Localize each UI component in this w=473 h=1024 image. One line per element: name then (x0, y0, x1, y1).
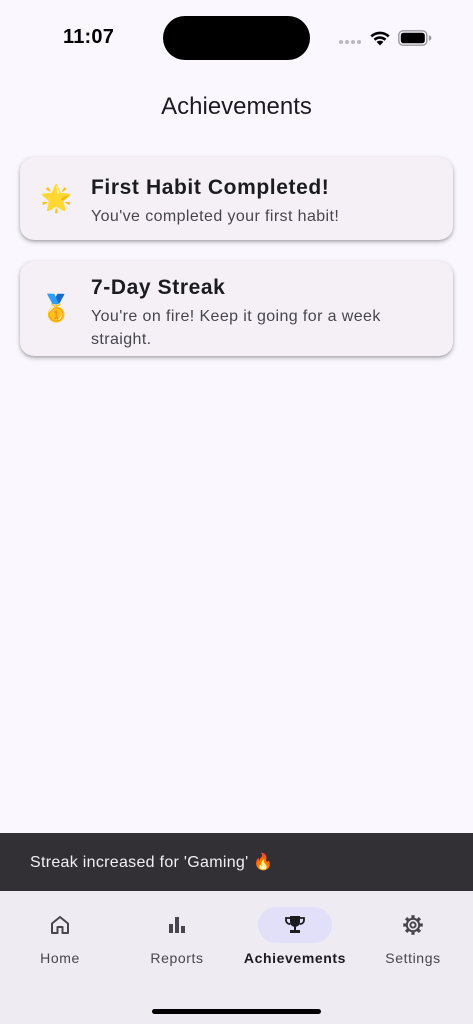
achievement-card-7-day-streak: 🥇 7-Day Streak You're on fire! Keep it g… (20, 261, 453, 356)
achievement-description: You've completed your first habit! (91, 208, 340, 225)
page-title: Achievements (161, 93, 312, 120)
gear-icon (403, 915, 423, 935)
bottom-navigation-bar: Home Reports Achievements Settings (0, 891, 473, 1024)
achievement-title: First Habit Completed! (91, 176, 330, 199)
achievement-title: 7-Day Streak (91, 276, 226, 299)
nav-label: Home (40, 950, 80, 966)
dynamic-island (163, 16, 310, 60)
nav-label: Reports (150, 950, 204, 966)
nav-item-achievements[interactable]: Achievements (236, 906, 354, 976)
wifi-icon (370, 31, 390, 46)
snackbar-message: Streak increased for 'Gaming' 🔥 (30, 854, 274, 871)
home-indicator[interactable] (152, 1009, 321, 1014)
nav-item-home[interactable]: Home (1, 906, 119, 976)
achievement-card-first-habit: 🌟 First Habit Completed! You've complete… (20, 157, 453, 240)
cellular-signal-icon (339, 40, 363, 45)
achievement-description: You're on fire! Keep it going for a week… (91, 308, 381, 348)
status-time: 11:07 (63, 26, 115, 48)
star-icon: 🌟 (40, 183, 73, 213)
nav-label: Settings (385, 950, 441, 966)
home-icon (51, 916, 69, 934)
nav-label: Achievements (243, 950, 347, 966)
battery-icon (398, 30, 432, 46)
snackbar: Streak increased for 'Gaming' 🔥 (0, 833, 473, 891)
bar-chart-icon (169, 917, 185, 933)
nav-item-settings[interactable]: Settings (354, 906, 472, 976)
trophy-icon (285, 916, 305, 933)
medal-icon: 🥇 (40, 293, 73, 323)
nav-item-reports[interactable]: Reports (118, 906, 236, 976)
status-bar: 11:07 (0, 0, 473, 76)
app-bar: Achievements (0, 80, 473, 134)
